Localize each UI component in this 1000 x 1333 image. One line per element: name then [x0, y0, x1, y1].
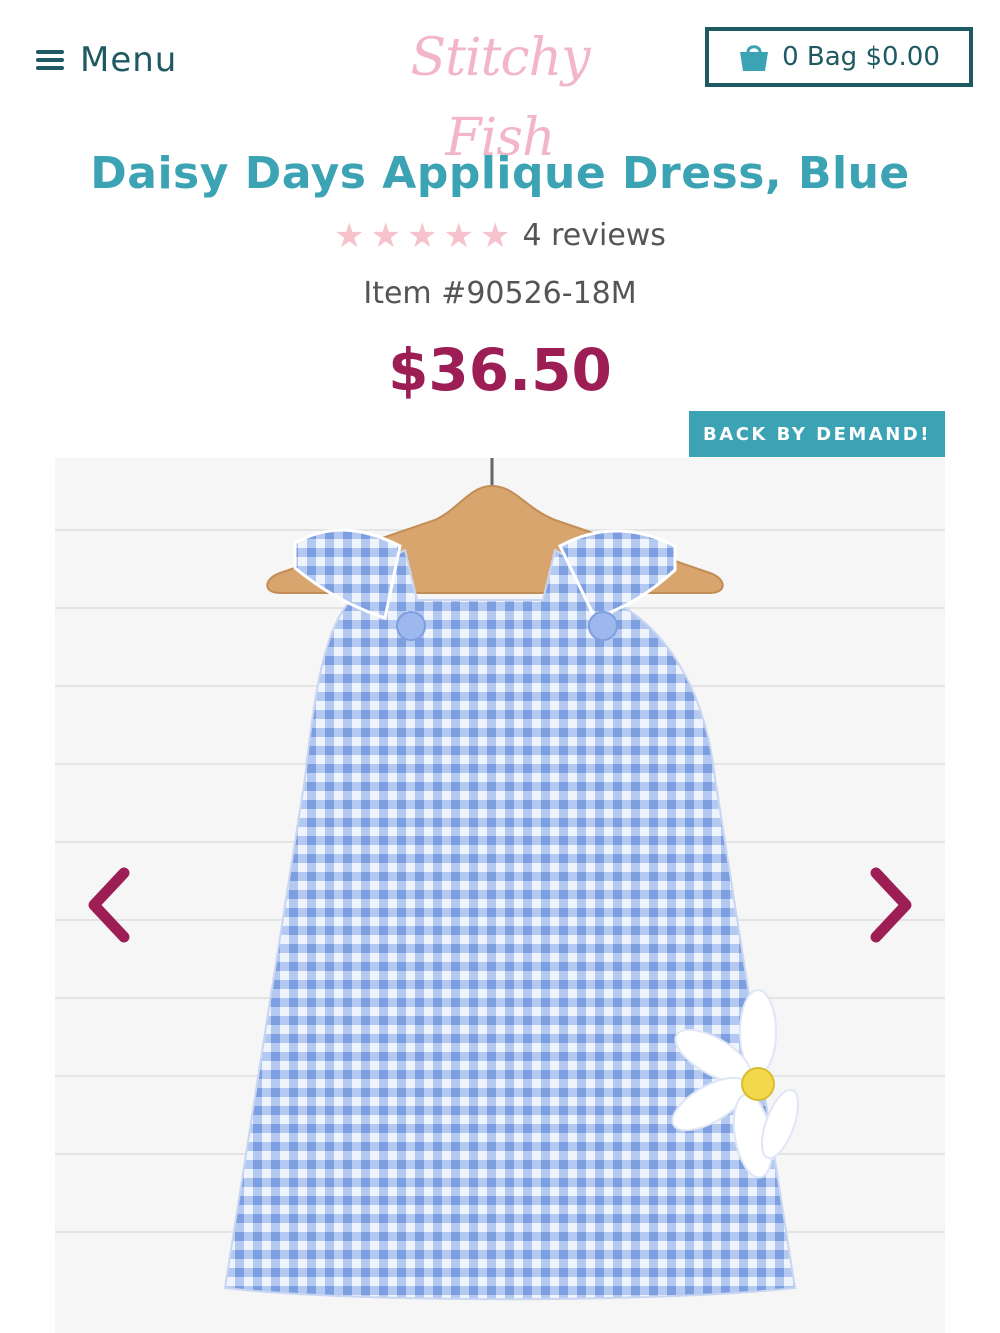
next-image-button[interactable] [866, 865, 916, 945]
star-icon: ★ [370, 215, 402, 256]
site-header: Menu Stitchy Fish 0 Bag $0.00 [0, 0, 1000, 168]
shopping-bag-icon [738, 42, 770, 72]
product-price: $36.50 [388, 336, 612, 404]
star-icon: ★ [443, 215, 474, 256]
reviews-link[interactable]: 4 reviews [522, 218, 665, 253]
item-number: Item #90526-18M [363, 276, 637, 311]
status-badge: BACK BY DEMAND! [689, 411, 945, 457]
bag-summary: 0 Bag $0.00 [782, 42, 940, 72]
star-icon: ★ [407, 215, 438, 256]
product-image[interactable] [55, 458, 945, 1333]
chevron-left-icon [88, 867, 130, 943]
product-rating[interactable]: ★ ★ ★ ★ ★ 4 reviews [0, 218, 1000, 253]
shopping-bag-button[interactable]: 0 Bag $0.00 [705, 27, 973, 87]
chevron-right-icon [870, 867, 912, 943]
hamburger-icon [36, 48, 64, 72]
product-title: Daisy Days Applique Dress, Blue [90, 148, 910, 199]
star-icon: ★ [334, 215, 365, 256]
previous-image-button[interactable] [84, 865, 134, 945]
star-rating: ★ ★ ★ ★ ★ [334, 219, 510, 253]
menu-button[interactable]: Menu [36, 38, 177, 82]
star-icon: ★ [479, 215, 511, 256]
site-logo[interactable]: Stitchy Fish [370, 18, 630, 168]
menu-label: Menu [80, 40, 178, 80]
